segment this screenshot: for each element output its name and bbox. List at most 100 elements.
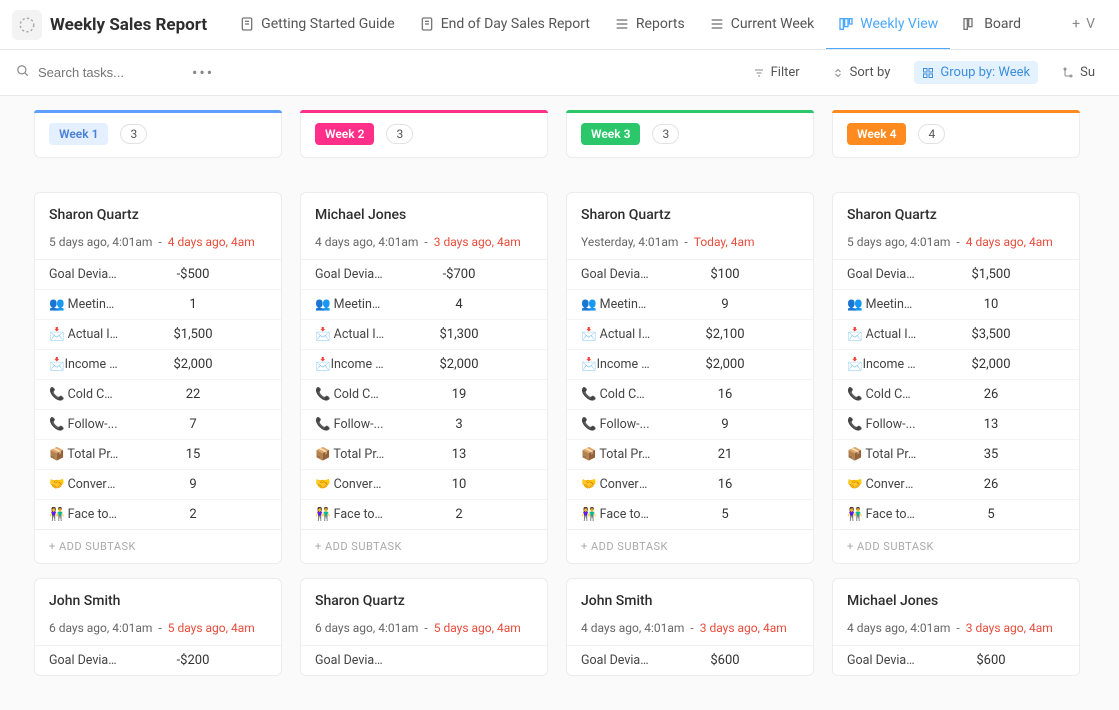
search-input[interactable] bbox=[38, 65, 178, 80]
field-value: 5 bbox=[651, 507, 799, 522]
end-date: 3 days ago, 4am bbox=[966, 621, 1053, 635]
tab-label: Board bbox=[984, 16, 1021, 32]
field-value: $100 bbox=[651, 267, 799, 282]
field-label: 📩Income ... bbox=[49, 357, 119, 372]
week-chip: Week 1 bbox=[49, 123, 108, 145]
task-card[interactable]: Sharon Quartz5 days ago, 4:01am-4 days a… bbox=[832, 192, 1080, 564]
field-row: Goal Deviat...-$500 bbox=[35, 260, 281, 290]
field-label: 📞 Cold Ca... bbox=[581, 387, 651, 402]
field-label: 📞 Follow-... bbox=[847, 417, 917, 432]
field-value: 3 bbox=[385, 417, 533, 432]
week-chip: Week 4 bbox=[847, 123, 906, 145]
field-row: 📦 Total Pr...35 bbox=[833, 440, 1079, 470]
field-label: 📩Income ... bbox=[847, 357, 917, 372]
field-value: 16 bbox=[651, 477, 799, 492]
field-value: 9 bbox=[119, 477, 267, 492]
task-card[interactable]: Sharon QuartzYesterday, 4:01am-Today, 4a… bbox=[566, 192, 814, 564]
date-range: 4 days ago, 4:01am-3 days ago, 4am bbox=[581, 621, 799, 635]
card-count: 4 bbox=[918, 124, 945, 144]
view-icon bbox=[962, 16, 978, 32]
field-value: -$500 bbox=[119, 267, 267, 282]
column-header[interactable]: Week 33 bbox=[566, 110, 814, 158]
tab-label: End of Day Sales Report bbox=[441, 16, 590, 32]
add-subtask-button[interactable]: + ADD SUBTASK bbox=[301, 529, 547, 563]
field-row: Goal Deviat... bbox=[301, 646, 547, 675]
field-label: Goal Deviat... bbox=[847, 267, 917, 282]
plus-icon: + bbox=[1072, 16, 1080, 32]
field-value: 5 bbox=[917, 507, 1065, 522]
end-date: Today, 4am bbox=[694, 235, 755, 249]
field-label: 👥 Meeting... bbox=[847, 297, 917, 312]
add-subtask-button[interactable]: + ADD SUBTASK bbox=[567, 529, 813, 563]
date-range: 6 days ago, 4:01am-5 days ago, 4am bbox=[315, 621, 533, 635]
field-label: Goal Deviat... bbox=[581, 267, 651, 282]
group-by-button[interactable]: Group by: Week bbox=[914, 61, 1038, 84]
tab-reports[interactable]: Reports bbox=[602, 0, 697, 50]
field-row: 🤝 Convert...9 bbox=[35, 470, 281, 500]
start-date: 6 days ago, 4:01am bbox=[49, 621, 152, 635]
field-label: 👫 Face to ... bbox=[847, 507, 917, 522]
app-icon bbox=[12, 10, 42, 40]
column-header[interactable]: Week 4 4 bbox=[832, 110, 1080, 158]
week-chip: Week 2 bbox=[315, 123, 374, 145]
field-value: 26 bbox=[917, 477, 1065, 492]
date-range: 5 days ago, 4:01am-4 days ago, 4am bbox=[847, 235, 1065, 249]
task-card[interactable]: John Smith6 days ago, 4:01am-5 days ago,… bbox=[34, 578, 282, 676]
field-label: Goal Deviat... bbox=[847, 653, 917, 668]
date-range: 6 days ago, 4:01am-5 days ago, 4am bbox=[49, 621, 267, 635]
field-value: $2,000 bbox=[651, 357, 799, 372]
field-value: 13 bbox=[385, 447, 533, 462]
task-card[interactable]: Michael Jones4 days ago, 4:01am-3 days a… bbox=[832, 578, 1080, 676]
field-value: $1,500 bbox=[119, 327, 267, 342]
field-row: 📞 Follow-...3 bbox=[301, 410, 547, 440]
field-label: 👫 Face to ... bbox=[581, 507, 651, 522]
column-header[interactable]: Week 23 bbox=[300, 110, 548, 158]
field-label: 📞 Follow-... bbox=[581, 417, 651, 432]
tab-weekly-view[interactable]: Weekly View bbox=[826, 0, 950, 50]
tab-current-week[interactable]: Current Week bbox=[697, 0, 827, 50]
filter-button[interactable]: Filter bbox=[745, 61, 808, 84]
field-row: Goal Deviat...-$200 bbox=[35, 646, 281, 675]
field-value: $2,100 bbox=[651, 327, 799, 342]
field-value: 10 bbox=[385, 477, 533, 492]
field-label: 🤝 Convert... bbox=[49, 477, 119, 492]
field-label: 📞 Cold Ca... bbox=[49, 387, 119, 402]
task-card[interactable]: Sharon Quartz5 days ago, 4:01am-4 days a… bbox=[34, 192, 282, 564]
start-date: 5 days ago, 4:01am bbox=[847, 235, 950, 249]
task-card[interactable]: Sharon Quartz6 days ago, 4:01am-5 days a… bbox=[300, 578, 548, 676]
end-date: 4 days ago, 4am bbox=[168, 235, 255, 249]
tab-board[interactable]: Board bbox=[950, 0, 1033, 50]
field-label: 👥 Meeting... bbox=[49, 297, 119, 312]
tab-getting-started-guide[interactable]: Getting Started Guide bbox=[227, 0, 407, 50]
field-row: 📞 Cold Ca...22 bbox=[35, 380, 281, 410]
field-row: 👥 Meeting...9 bbox=[567, 290, 813, 320]
add-subtask-button[interactable]: + ADD SUBTASK bbox=[833, 529, 1079, 563]
add-subtask-button[interactable]: + ADD SUBTASK bbox=[35, 529, 281, 563]
task-card[interactable]: Michael Jones4 days ago, 4:01am-3 days a… bbox=[300, 192, 548, 564]
tab-label: Weekly View bbox=[860, 16, 938, 32]
assignee-name: Michael Jones bbox=[315, 207, 533, 223]
subtasks-button[interactable]: Su bbox=[1054, 61, 1103, 84]
more-options-button[interactable]: ••• bbox=[192, 63, 214, 82]
sort-button[interactable]: Sort by bbox=[824, 61, 899, 84]
end-date: 3 days ago, 4am bbox=[434, 235, 521, 249]
tab-end-of-day-sales-report[interactable]: End of Day Sales Report bbox=[407, 0, 602, 50]
field-row: 👫 Face to ...2 bbox=[35, 500, 281, 529]
field-label: 📞 Follow-... bbox=[315, 417, 385, 432]
field-row: 📞 Cold Ca...16 bbox=[567, 380, 813, 410]
field-value: $2,000 bbox=[385, 357, 533, 372]
view-icon bbox=[709, 16, 725, 32]
field-value: $600 bbox=[917, 653, 1065, 668]
view-icon bbox=[614, 16, 630, 32]
field-row: Goal Deviat...$1,500 bbox=[833, 260, 1079, 290]
field-row: 📩 Actual I...$1,300 bbox=[301, 320, 547, 350]
field-label: 📦 Total Pr... bbox=[581, 447, 651, 462]
view-icon bbox=[419, 16, 435, 32]
field-value: 21 bbox=[651, 447, 799, 462]
field-label: 📩 Actual I... bbox=[847, 327, 917, 342]
field-label: 📞 Follow-... bbox=[49, 417, 119, 432]
task-card[interactable]: John Smith4 days ago, 4:01am-3 days ago,… bbox=[566, 578, 814, 676]
column-header[interactable]: Week 13 bbox=[34, 110, 282, 158]
add-view-button[interactable]: + V bbox=[1060, 16, 1107, 34]
field-label: 👥 Meeting... bbox=[315, 297, 385, 312]
